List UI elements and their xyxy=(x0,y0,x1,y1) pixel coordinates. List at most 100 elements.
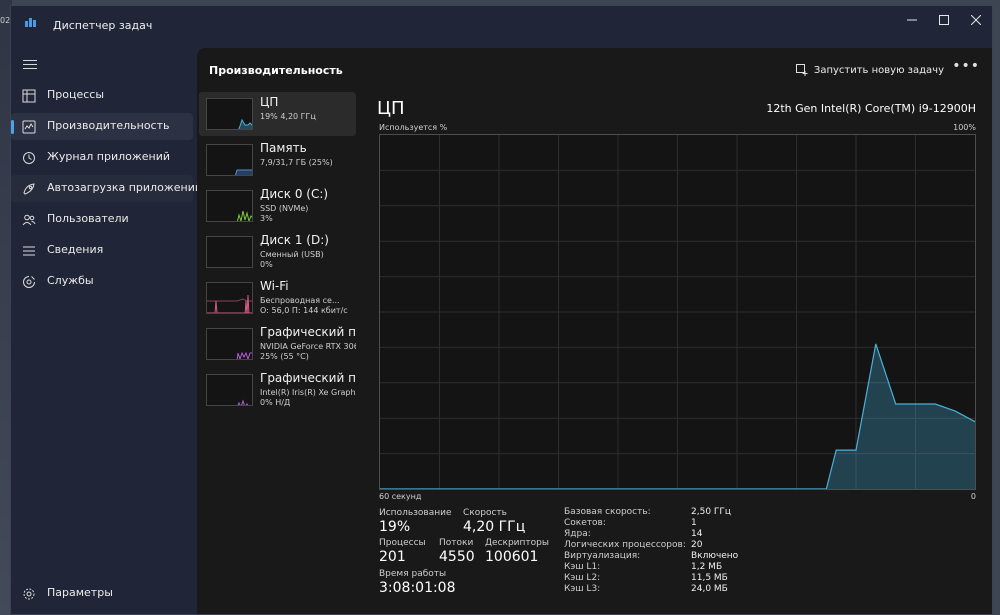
chart-y-max-label: 100% xyxy=(953,123,976,132)
services-icon xyxy=(23,276,35,288)
resource-item-wifi[interactable]: Wi-Fi Беспроводная се... О: 56,0 П: 144 … xyxy=(199,276,356,320)
nav-item-processes[interactable]: Процессы xyxy=(11,82,193,109)
startup-icon xyxy=(23,183,35,195)
chart-x-label: 60 секунд xyxy=(379,492,422,501)
resource-item-cpu[interactable]: ЦП 19% 4,20 ГГц xyxy=(199,92,356,136)
nav-item-label: Пользователи xyxy=(47,212,129,225)
performance-resource-list: ЦП 19% 4,20 ГГц Память 7,9/31,7 ГБ (25%)… xyxy=(199,92,359,422)
minimize-button[interactable] xyxy=(896,6,928,34)
l1-cache-value: 1,2 МБ xyxy=(691,562,723,572)
uptime-label: Время работы xyxy=(379,569,447,579)
resource-name: Память xyxy=(260,141,307,155)
nav-item-details[interactable]: Сведения xyxy=(11,237,193,264)
l3-cache-label: Кэш L3: xyxy=(564,584,601,594)
resource-detail: Сменный (USB) xyxy=(260,250,324,259)
chart-x-end-label: 0 xyxy=(970,492,976,501)
cpu-model: 12th Gen Intel(R) Core(TM) i9-12900H xyxy=(766,102,976,115)
nav-item-label: Журнал приложений xyxy=(47,150,171,163)
speed-value: 4,20 ГГц xyxy=(463,519,526,535)
resource-detail: 19% 4,20 ГГц xyxy=(260,112,316,121)
resource-detail-secondary: 0% Н/Д xyxy=(260,398,291,407)
gpu-0-thumbnail-graph xyxy=(206,328,253,360)
resource-name: Графический процессор 0 xyxy=(260,325,356,339)
new-task-icon xyxy=(795,64,808,76)
performance-icon xyxy=(22,120,36,134)
resource-detail: Intel(R) Iris(R) Xe Graphics xyxy=(260,388,356,397)
processes-value: 201 xyxy=(379,549,406,565)
nav-item-label: Службы xyxy=(47,274,94,287)
wifi-thumbnail-graph xyxy=(206,282,253,314)
usage-label: Использование xyxy=(379,508,452,518)
l3-cache-value: 24,0 МБ xyxy=(691,584,728,594)
title-bar[interactable]: Диспетчер задач xyxy=(11,6,992,46)
resource-detail: SSD (NVMe) xyxy=(260,204,309,213)
thumbnail-line xyxy=(237,399,249,405)
memory-thumbnail-graph xyxy=(206,144,253,176)
uptime-value: 3:08:01:08 xyxy=(379,580,456,596)
usage-value: 19% xyxy=(379,519,411,535)
thumbnail-line-secondary xyxy=(207,298,252,302)
resource-item-gpu-0[interactable]: Графический процессор 0 NVIDIA GeForce R… xyxy=(199,322,356,366)
nav-item-label: Автозагрузка приложений xyxy=(47,181,202,194)
more-options-button[interactable]: ••• xyxy=(952,58,980,74)
resource-name: Диск 0 (C:) xyxy=(260,187,329,201)
close-button[interactable] xyxy=(960,6,992,34)
resource-item-disk-1[interactable]: Диск 1 (D:) Сменный (USB) 0% xyxy=(199,230,356,274)
resource-name: ЦП xyxy=(260,95,279,109)
nav-item-performance[interactable]: Производительность xyxy=(11,113,193,140)
cpu-thumbnail-graph xyxy=(206,98,253,130)
l2-cache-value: 11,5 МБ xyxy=(691,573,728,583)
resource-detail: NVIDIA GeForce RTX 3060 xyxy=(260,342,356,351)
handles-value: 100601 xyxy=(485,549,539,565)
close-icon xyxy=(971,15,981,25)
resource-detail: 7,9/31,7 ГБ (25%) xyxy=(260,158,333,167)
page-title: Производительность xyxy=(209,64,343,77)
nav-item-startup-apps[interactable]: Автозагрузка приложений xyxy=(11,175,202,202)
resource-name: Wi-Fi xyxy=(260,279,289,293)
nav-item-label: Параметры xyxy=(47,586,113,599)
details-icon xyxy=(23,246,35,256)
task-manager-window: Диспетчер задач Процессы Производительно… xyxy=(10,5,993,615)
nav-item-users[interactable]: Пользователи xyxy=(11,206,193,233)
nav-item-label: Сведения xyxy=(47,243,104,256)
nav-item-services[interactable]: Службы xyxy=(11,268,193,295)
thumbnail-area xyxy=(235,170,252,175)
thumbnail-line xyxy=(236,210,252,221)
nav-item-settings[interactable]: Параметры xyxy=(11,580,193,607)
minimize-icon xyxy=(907,19,917,21)
logical-processors-label: Логических процессоров: xyxy=(564,540,686,550)
threads-value: 4550 xyxy=(439,549,475,565)
resource-detail-secondary: 0% xyxy=(260,260,273,269)
run-new-task-label: Запустить новую задачу xyxy=(813,64,944,76)
nav-item-label: Процессы xyxy=(47,88,105,101)
sockets-value: 1 xyxy=(691,518,697,528)
l1-cache-label: Кэш L1: xyxy=(564,562,601,572)
resource-detail-secondary: О: 56,0 П: 144 кбит/с xyxy=(260,306,348,315)
resource-item-gpu-1[interactable]: Графический процессор 1 Intel(R) Iris(R)… xyxy=(199,368,356,412)
speed-label: Скорость xyxy=(463,508,507,518)
disk-1-thumbnail-graph xyxy=(206,236,253,268)
chart-y-label: Используется % xyxy=(379,123,448,132)
hamburger-menu-button[interactable] xyxy=(23,60,37,70)
nav-item-app-history[interactable]: Журнал приложений xyxy=(11,144,193,171)
cores-value: 14 xyxy=(691,529,703,539)
main-content: Производительность Запустить новую задач… xyxy=(197,48,992,614)
desktop-clock-fragment: 02 xyxy=(0,16,11,25)
thumbnail-line-tertiary xyxy=(244,294,250,313)
run-new-task-button[interactable]: Запустить новую задачу xyxy=(795,60,944,80)
history-icon xyxy=(23,152,35,164)
cpu-heading: ЦП xyxy=(377,98,405,119)
maximize-icon xyxy=(939,15,949,25)
disk-0-thumbnail-graph xyxy=(206,190,253,222)
gpu-1-thumbnail-graph xyxy=(206,374,253,406)
resource-item-memory[interactable]: Память 7,9/31,7 ГБ (25%) xyxy=(199,138,356,182)
resource-name: Диск 1 (D:) xyxy=(260,233,329,247)
cpu-usage-svg xyxy=(380,135,976,490)
maximize-button[interactable] xyxy=(928,6,960,34)
thumbnail-line xyxy=(236,351,252,359)
grid-icon xyxy=(22,89,36,103)
resource-item-disk-0[interactable]: Диск 0 (C:) SSD (NVMe) 3% xyxy=(199,184,356,228)
virtualization-label: Виртуализация: xyxy=(564,551,641,561)
logical-processors-value: 20 xyxy=(691,540,703,550)
resource-detail: Беспроводная се... xyxy=(260,296,340,305)
